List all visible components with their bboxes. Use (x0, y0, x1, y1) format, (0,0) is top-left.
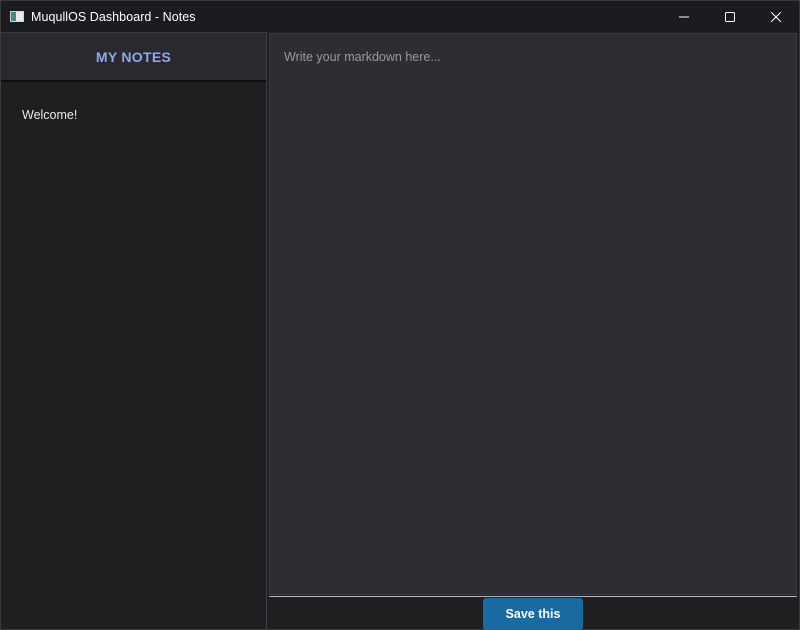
minimize-button[interactable] (661, 1, 707, 32)
save-button[interactable]: Save this (483, 598, 583, 630)
sidebar-title: MY NOTES (95, 48, 172, 65)
sidebar-header: MY NOTES (1, 32, 266, 82)
notes-window: MuqullOS Dashboard - Notes MY NOTES Welc… (0, 0, 800, 630)
markdown-editor (269, 33, 797, 595)
editor-footer: Save this (269, 597, 797, 630)
close-button[interactable] (753, 1, 799, 32)
close-icon (771, 11, 781, 22)
maximize-button[interactable] (707, 1, 753, 32)
window-title: MuqullOS Dashboard - Notes (31, 9, 196, 24)
minimize-icon (679, 16, 689, 17)
note-item-welcome[interactable]: Welcome! (1, 82, 266, 122)
app-icon (10, 11, 24, 22)
window-controls (661, 1, 799, 32)
markdown-input[interactable] (270, 34, 796, 594)
maximize-icon (725, 11, 735, 22)
notes-sidebar: MY NOTES Welcome! (1, 32, 267, 629)
title-bar[interactable]: MuqullOS Dashboard - Notes (1, 1, 799, 32)
note-list: Welcome! (1, 82, 266, 122)
